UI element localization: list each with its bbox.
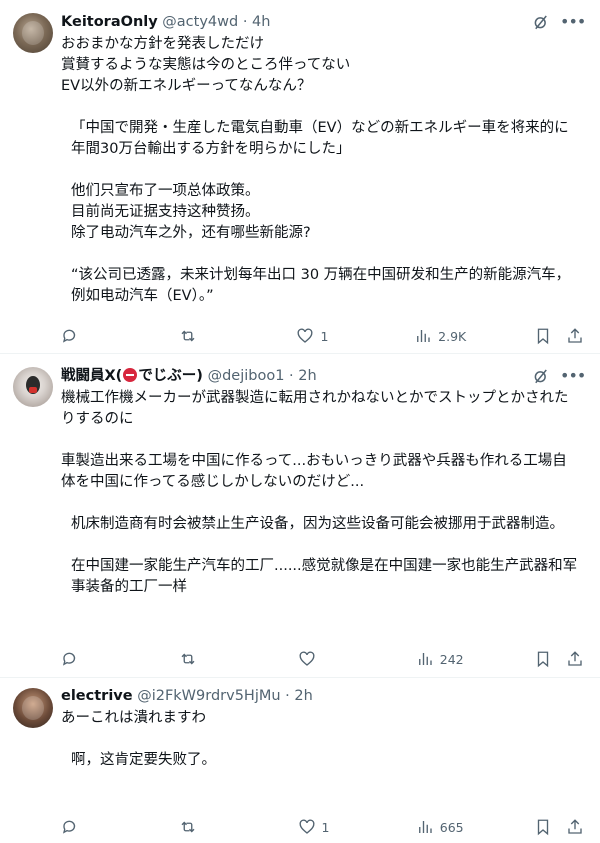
separator-dot: ·: [242, 14, 248, 30]
post[interactable]: electrive @i2FkW9rdrv5HjMu · 2h あーこれは潰れま…: [0, 678, 600, 843]
like-icon: [299, 651, 314, 666]
display-name[interactable]: KeitoraOnly: [61, 14, 158, 30]
like-button[interactable]: 1: [296, 327, 346, 345]
grok-icon[interactable]: [532, 13, 550, 31]
text-line: おおまかな方針を発表しただけ: [61, 36, 264, 52]
avatar[interactable]: [13, 367, 53, 407]
avatar[interactable]: [13, 688, 53, 728]
retweet-icon: [181, 330, 195, 342]
text-line: 他们只宣布了一项总体政策。: [71, 183, 260, 199]
share-icon[interactable]: [566, 650, 584, 668]
separator-dot: ·: [289, 368, 294, 384]
more-icon[interactable]: •••: [560, 13, 586, 31]
views-button[interactable]: 242: [416, 650, 466, 668]
retweet-icon: [181, 653, 195, 665]
post-time[interactable]: 2h: [294, 688, 312, 704]
display-name[interactable]: electrive: [61, 688, 133, 704]
views-count: 242: [439, 651, 464, 667]
display-name[interactable]: 戦闘員X( でじぶー): [61, 368, 203, 384]
reply-button[interactable]: [61, 327, 111, 345]
views-count: 665: [439, 819, 464, 835]
views-button[interactable]: 2.9K: [414, 327, 466, 345]
reply-icon: [62, 329, 76, 343]
like-icon: [299, 819, 314, 834]
like-button[interactable]: 1: [298, 818, 348, 836]
grok-icon[interactable]: [532, 367, 550, 385]
views-button[interactable]: 665: [416, 818, 466, 836]
like-button[interactable]: [298, 650, 348, 668]
like-icon: [297, 328, 313, 343]
retweet-button[interactable]: [179, 818, 229, 836]
post-time[interactable]: 4h: [252, 14, 270, 30]
share-icon[interactable]: [566, 327, 584, 345]
more-icon[interactable]: •••: [560, 367, 586, 385]
user-handle[interactable]: @dejiboo1: [208, 368, 285, 384]
avatar[interactable]: [13, 13, 53, 53]
post-header: electrive @i2FkW9rdrv5HjMu · 2h: [61, 686, 590, 706]
post-tools: [534, 650, 584, 668]
post-tools: [534, 818, 584, 836]
bookmark-icon[interactable]: [534, 650, 552, 668]
text-line: 除了电动汽车之外，还有哪些新能源?: [71, 225, 311, 241]
post[interactable]: KeitoraOnly @acty4wd · 4h ••• おおまかな方針を発表…: [0, 0, 600, 354]
like-count: 1: [320, 328, 329, 344]
text-line: 賞賛するような実態は今のところ伴ってない: [61, 57, 351, 73]
post-text: おおまかな方針を発表しただけ 賞賛するような実態は今のところ伴ってない EV以外…: [61, 34, 578, 307]
views-count: 2.9K: [438, 328, 467, 344]
text-line: 機械工作機メーカーが武器製造に転用されかねないとかでストップとかされたりするのに: [61, 390, 569, 427]
text-line: 車製造出来る工場を中国に作るって...おもいっきり武器や兵器も作れる工場自体を中…: [61, 453, 567, 490]
text-line: 「中国で開発・生産した電気自動車（EV）などの新エネルギー車を将来的に年間30万…: [71, 120, 569, 157]
post[interactable]: 戦闘員X( でじぶー) @dejiboo1 · 2h ••• 機械工作機メーカーが…: [0, 354, 600, 678]
text-line: 机床制造商有时会被禁止生产设备，因为这些设备可能会被挪用于武器制造。: [71, 516, 564, 532]
reply-button[interactable]: [61, 818, 111, 836]
reply-button[interactable]: [61, 650, 111, 668]
post-text: 機械工作機メーカーが武器製造に転用されかねないとかでストップとかされたりするのに…: [61, 388, 578, 598]
post-header: 戦闘員X( でじぶー) @dejiboo1 · 2h: [61, 366, 590, 386]
post-tools: [534, 327, 584, 345]
action-bar: 1 665: [61, 816, 584, 838]
text-line: 目前尚无证据支持这种赞扬。: [71, 204, 260, 220]
post-text: あーこれは潰れますわ 啊，这肯定要失败了。: [61, 708, 578, 771]
no-entry-icon: [123, 368, 138, 382]
views-icon: [418, 653, 432, 665]
action-bar: 1 2.9K: [61, 325, 584, 347]
text-line: あーこれは潰れますわ: [61, 710, 206, 726]
display-name-start: 戦闘員X(: [61, 368, 123, 384]
separator-dot: ·: [285, 688, 290, 704]
retweet-button[interactable]: [179, 327, 229, 345]
post-header: KeitoraOnly @acty4wd · 4h: [61, 12, 590, 32]
post-time[interactable]: 2h: [298, 368, 316, 384]
views-icon: [417, 330, 430, 342]
text-line: 啊，这肯定要失败了。: [71, 752, 216, 768]
display-name-end: でじぶー): [138, 368, 203, 384]
retweet-icon: [181, 821, 195, 833]
views-icon: [418, 821, 432, 833]
text-line: EV以外の新エネルギーってなんなん？: [61, 78, 312, 94]
retweet-button[interactable]: [179, 650, 229, 668]
like-count: 1: [321, 819, 330, 835]
reply-icon: [62, 820, 76, 834]
user-handle[interactable]: @i2FkW9rdrv5HjMu: [137, 688, 280, 704]
reply-icon: [62, 652, 76, 666]
bookmark-icon[interactable]: [534, 818, 552, 836]
user-handle[interactable]: @acty4wd: [162, 14, 238, 30]
action-bar: 242: [61, 648, 584, 670]
text-line: “该公司已透露，未来计划每年出口 30 万辆在中国研发和生产的新能源汽车，例如电…: [71, 267, 571, 304]
text-line: 在中国建一家能生产汽车的工厂......感觉就像是在中国建一家也能生产武器和军事…: [71, 558, 578, 595]
share-icon[interactable]: [566, 818, 584, 836]
bookmark-icon[interactable]: [534, 327, 552, 345]
